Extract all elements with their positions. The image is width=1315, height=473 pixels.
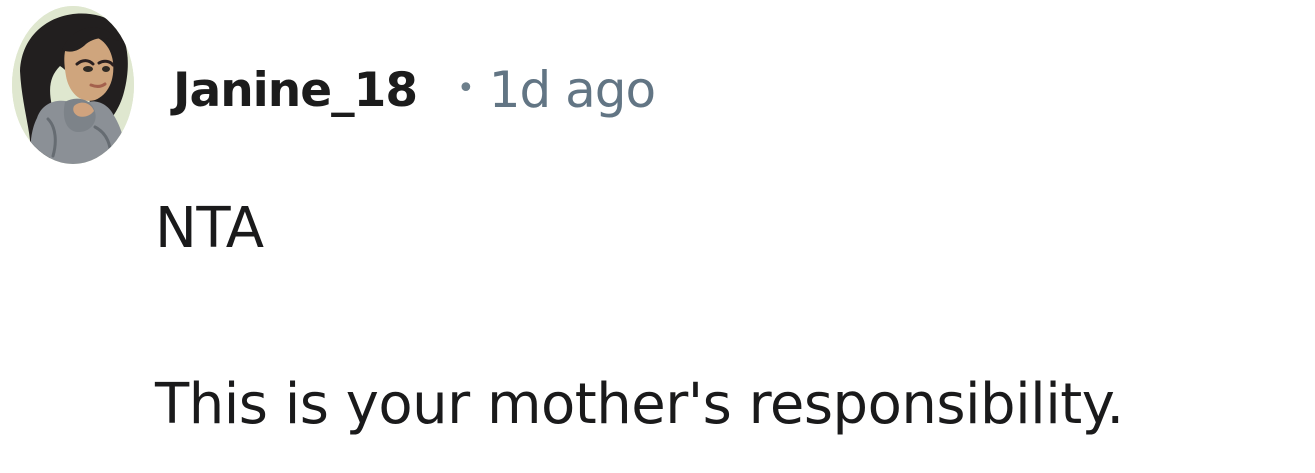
- username[interactable]: Janine_18: [173, 63, 418, 118]
- comment-text-line-2: This is your mother's responsibility.: [155, 372, 1124, 437]
- comment-text-line-1: NTA: [155, 196, 264, 261]
- avatar-illustration-icon: [12, 6, 134, 164]
- comment: Janine_18 • 1d ago NTA This is your moth…: [0, 0, 1315, 473]
- timestamp[interactable]: 1d ago: [489, 61, 656, 119]
- avatar[interactable]: [12, 6, 134, 164]
- comment-meta: Janine_18 • 1d ago: [173, 56, 656, 124]
- separator-dot: •: [457, 70, 475, 106]
